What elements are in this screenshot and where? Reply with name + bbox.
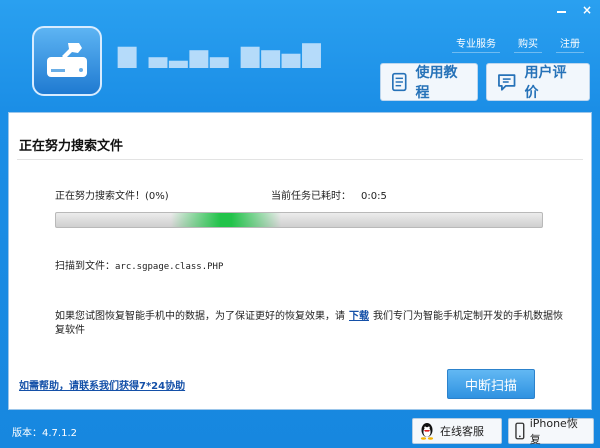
link-pro-service[interactable]: 专业服务 (452, 33, 500, 53)
elapsed-label: 当前任务已耗时： (271, 191, 351, 202)
help-link[interactable]: 如需帮助，请联系我们获得7*24协助 (19, 377, 185, 392)
qq-penguin-icon (420, 423, 434, 440)
app-window: × ▆ ▃▂▅▃ ▆▅▄▇ 专业服务 购买 注册 使用教程 用户评价 正在努力搜… (0, 0, 600, 448)
footer-buttons: 在线客服 iPhone恢复 (412, 417, 594, 446)
window-controls: × (548, 0, 600, 20)
close-button[interactable]: × (574, 0, 600, 20)
divider (17, 159, 583, 160)
progress-indicator (171, 213, 281, 227)
scan-progress-bar (55, 212, 543, 228)
scan-status: 正在努力搜索文件！(0%) (55, 191, 169, 202)
minimize-icon (556, 11, 566, 13)
elapsed-value: 0:0:5 (361, 191, 387, 202)
minimize-button[interactable] (548, 0, 574, 20)
scan-panel: 正在努力搜索文件 正在努力搜索文件！(0%) 当前任务已耗时： 0:0:5 扫描到… (8, 112, 592, 410)
scanned-file-label: 扫描到文件： (55, 261, 115, 272)
stop-scan-button[interactable]: 中断扫描 (447, 369, 535, 399)
app-title-blurred: ▆ ▃▂▅▃ ▆▅▄▇ (118, 40, 323, 68)
user-reviews-label: 用户评价 (524, 65, 567, 101)
comment-icon (498, 74, 516, 91)
iphone-recovery-label: iPhone恢复 (529, 417, 578, 446)
app-logo (32, 26, 102, 96)
smartphone-notice: 如果您试图恢复智能手机中的数据，为了保证更好的恢复效果，请 下载 我们专门为智能手机… (55, 310, 565, 338)
user-reviews-button[interactable]: 用户评价 (486, 63, 590, 101)
scanned-file: 扫描到文件：arc.sgpage.class.PHP (55, 257, 223, 272)
header-buttons: 使用教程 用户评价 (380, 63, 590, 101)
link-register[interactable]: 注册 (556, 33, 584, 53)
top-links: 专业服务 购买 注册 (452, 33, 584, 53)
tutorial-label: 使用教程 (415, 65, 458, 101)
link-buy[interactable]: 购买 (514, 33, 542, 53)
scan-heading: 正在努力搜索文件 (19, 139, 124, 154)
elapsed-time: 当前任务已耗时： 0:0:5 (271, 187, 387, 202)
version-label: 版本：4.7.1.2 (12, 428, 77, 439)
online-support-button[interactable]: 在线客服 (412, 418, 502, 444)
document-icon (392, 72, 407, 92)
notice-prefix: 如果您试图恢复智能手机中的数据，为了保证更好的恢复效果，请 (55, 311, 345, 322)
tutorial-button[interactable]: 使用教程 (380, 63, 478, 101)
scanned-file-path: arc.sgpage.class.PHP (115, 262, 224, 272)
download-link[interactable]: 下载 (349, 311, 369, 322)
phone-icon (515, 422, 525, 440)
hard-drive-wrench-icon (47, 43, 87, 77)
iphone-recovery-button[interactable]: iPhone恢复 (508, 417, 594, 446)
online-support-label: 在线客服 (440, 425, 484, 438)
